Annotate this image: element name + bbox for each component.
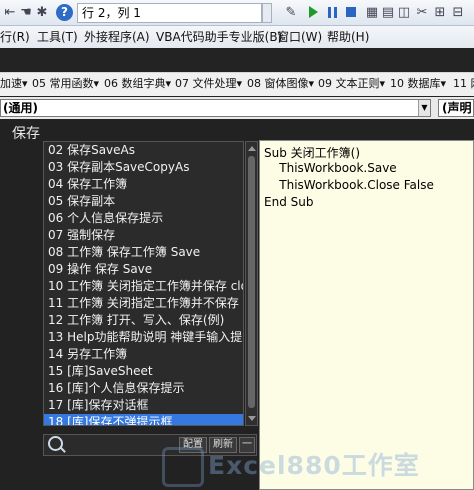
pause-icon[interactable] (328, 7, 337, 18)
module-icon[interactable]: ⊞ (432, 5, 448, 21)
snippet-item[interactable]: 18 [库]保存不弹提示框 (44, 414, 243, 425)
scroll-down-icon[interactable] (248, 416, 256, 421)
help-icon[interactable]: ? (56, 4, 73, 21)
snippet-item[interactable]: 03 保存副本SaveCopyAs (44, 159, 243, 176)
module-common-functions[interactable]: 05 常用函数▾ (32, 76, 99, 92)
snippet-item[interactable]: 05 保存副本 (44, 193, 243, 210)
class-icon[interactable]: ⊟ (450, 5, 466, 21)
menu-tools[interactable]: 工具(T) (37, 27, 78, 47)
pane-title: 保存 (12, 126, 40, 142)
menu-addins[interactable]: 外接程序(A) (84, 27, 150, 47)
run-icon[interactable] (309, 6, 318, 18)
snippet-item[interactable]: 13 Help功能帮助说明 神键手输入提示 (44, 329, 243, 346)
module-web[interactable]: 11 网 (453, 76, 474, 92)
search-icon (48, 436, 63, 451)
chevron-down-icon[interactable]: ▼ (418, 100, 430, 116)
snippet-item[interactable]: 04 保存工作簿 (44, 176, 243, 193)
cursor-position: 行 2，列 1 (77, 3, 262, 23)
snippet-item[interactable]: 14 另存工作簿 (44, 346, 243, 363)
watermark: Excel880工作室 (208, 451, 420, 480)
module-accelerate[interactable]: 加速▾ (0, 76, 28, 92)
position-scroll[interactable] (262, 3, 272, 23)
search-input[interactable] (68, 437, 176, 453)
snippet-item[interactable]: 08 工作簿 保存工作簿 Save (44, 244, 243, 261)
snippet-item[interactable]: 06 个人信息保存提示 (44, 210, 243, 227)
bookmark-icon[interactable]: ✱ (34, 5, 50, 21)
snippet-item[interactable]: 07 强制保存 (44, 227, 243, 244)
scroll-thumb[interactable] (248, 156, 255, 408)
project-explorer-icon[interactable]: ▦ (364, 5, 380, 21)
object-combo[interactable]: (通用) (0, 99, 431, 117)
scroll-up-icon[interactable] (248, 146, 256, 151)
snippet-list: 02 保存SaveAs 03 保存副本SaveCopyAs 04 保存工作簿 05 保… (43, 141, 244, 426)
hand-icon[interactable]: ☚ (18, 5, 34, 21)
code-line: ThisWorkbook.Close False (264, 178, 434, 192)
module-form-images[interactable]: 08 窗体图像▾ (247, 76, 314, 92)
list-scrollbar[interactable] (245, 141, 258, 426)
design-mode-icon[interactable]: ✎ (283, 5, 299, 21)
snippet-item[interactable]: 12 工作簿 打开、写入、保存(例) (44, 312, 243, 329)
stop-icon[interactable] (346, 7, 356, 17)
snippet-item[interactable]: 15 [库]SaveSheet (44, 363, 243, 380)
code-line: End Sub (264, 195, 314, 209)
module-database[interactable]: 10 数据库▾ (390, 76, 446, 92)
module-text-regex[interactable]: 09 文本正则▾ (318, 76, 385, 92)
snippet-item[interactable]: 16 [库]个人信息保存提示 (44, 380, 243, 397)
watermark-logo (162, 447, 204, 487)
toolbox-icon[interactable]: ✂ (414, 5, 430, 21)
module-file-handling[interactable]: 07 文件处理▾ (175, 76, 242, 92)
code-line: Sub 关闭工作簿() (264, 146, 361, 160)
properties-icon[interactable]: ▤ (380, 5, 396, 21)
code-line: ThisWorkbook.Save (264, 161, 397, 175)
indent-icon[interactable]: ⇤ (2, 5, 18, 21)
snippet-item[interactable]: 17 [库]保存对话框 (44, 397, 243, 414)
menu-run[interactable]: 行(R) (0, 27, 30, 47)
code-preview[interactable]: Sub 关闭工作簿() ThisWorkbook.Save ThisWorkbo… (259, 140, 474, 490)
menu-vba-helper[interactable]: VBA代码助手专业版(B) (156, 27, 282, 47)
toolbar: ⇤ ☚ ✱ ? 行 2，列 1 ✎ ▦ ▤ ◫ ✂ ⊞ ⊟ (0, 0, 474, 26)
module-array-dictionary[interactable]: 06 数组字典▾ (104, 76, 171, 92)
snippet-item[interactable]: 09 操作 保存 Save (44, 261, 243, 278)
snippet-item[interactable]: 11 工作簿 关闭指定工作簿并不保存 clo (44, 295, 243, 312)
snippet-item[interactable]: 02 保存SaveAs (44, 142, 243, 159)
menu-help[interactable]: 帮助(H) (327, 27, 369, 47)
object-browser-icon[interactable]: ◫ (396, 5, 412, 21)
procedure-combo[interactable]: (声明 (438, 99, 474, 117)
snippet-item[interactable]: 10 工作簿 关闭指定工作簿并保存 close (44, 278, 243, 295)
menu-window[interactable]: 窗口(W) (277, 27, 322, 47)
